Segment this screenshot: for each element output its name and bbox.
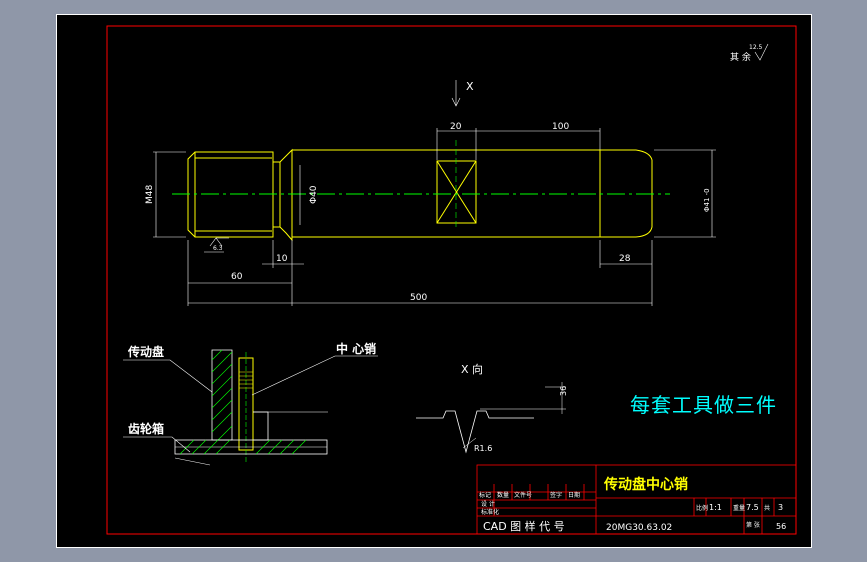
cad-viewport[interactable]: 其 余 12.5 X 20 100 M48 Φ40 Φ41 -0 60 10 2… — [0, 0, 867, 562]
tb-header-qty: 数量 — [497, 491, 509, 499]
tb-row-designer: 设 计 — [481, 500, 495, 508]
tb-label-weight: 重量 — [733, 504, 745, 512]
tb-label-sheets: 共 — [764, 504, 770, 512]
part-name: 传动盘中心销 — [603, 476, 688, 493]
dim-100: 100 — [552, 122, 569, 132]
dim-500: 500 — [410, 293, 427, 303]
tb-label-sheet-no: 第 张 — [746, 521, 760, 529]
roughness-63: 6.3 — [213, 245, 223, 252]
tb-drawing-code: 20MG30.63.02 — [606, 523, 672, 533]
cad-drawing: 其 余 12.5 X 20 100 M48 Φ40 Φ41 -0 60 10 2… — [56, 14, 812, 548]
tb-header-date: 日期 — [568, 491, 580, 499]
x-view-title: X 向 — [461, 362, 483, 376]
tb-value-scale: 1:1 — [709, 503, 722, 512]
radius-r16: R1.6 — [474, 444, 492, 453]
dim-10: 10 — [276, 254, 288, 264]
tb-header-file: 文件号 — [514, 491, 532, 499]
drawing-sheet — [56, 14, 812, 548]
dim-28: 28 — [619, 254, 631, 264]
tb-header-mark: 标记 — [479, 491, 491, 499]
roughness-note: 其 余 — [730, 51, 751, 63]
tb-header-sign: 签字 — [550, 491, 562, 499]
tb-label-scale: 比例 — [696, 504, 708, 512]
dim-m48: M48 — [145, 185, 155, 204]
dim-phi40: Φ40 — [309, 185, 319, 204]
tb-value-sheet-no: 56 — [776, 522, 786, 531]
tb-cad-label: CAD 图 样 代 号 — [483, 519, 565, 533]
dim-60: 60 — [231, 272, 243, 282]
tb-row-draw-no: 标准化 — [481, 508, 499, 516]
tb-value-weight: 7.5 — [746, 503, 759, 512]
dim-36: 36 — [559, 386, 568, 396]
tb-value-sheets: 3 — [778, 503, 783, 512]
view-marker-x: X — [466, 80, 474, 93]
label-gearbox: 齿轮箱 — [128, 421, 164, 436]
label-center-pin: 中 心销 — [336, 341, 376, 356]
dim-20: 20 — [450, 122, 462, 132]
manufacturing-note: 每套工具做三件 — [630, 393, 777, 417]
dim-phi41: Φ41 -0 — [703, 188, 711, 212]
roughness-value: 12.5 — [749, 44, 763, 51]
label-disc: 传动盘 — [127, 344, 164, 359]
